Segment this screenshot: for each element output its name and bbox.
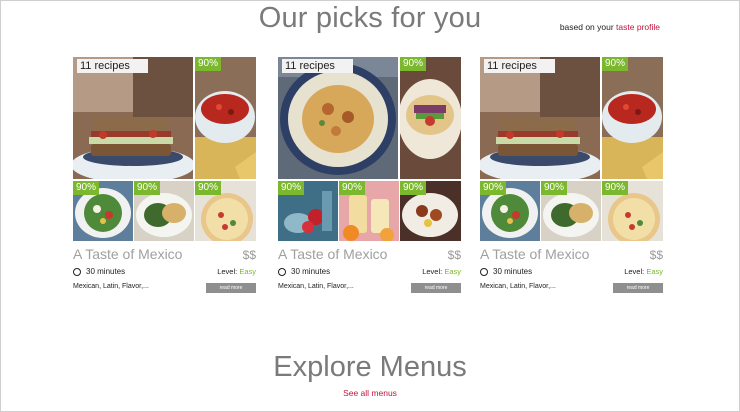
cook-time-value: 30 minutes xyxy=(291,267,331,276)
cuisine-tags: Mexican, Latin, Flavor,... xyxy=(278,283,354,290)
difficulty-level: Level: Easy xyxy=(217,267,256,276)
match-badge: 90% xyxy=(339,181,366,195)
read-more-button[interactable]: read more xyxy=(613,283,663,293)
salad-photo: 90% xyxy=(73,181,133,241)
price-indicator: $$ xyxy=(649,248,663,262)
card-title[interactable]: A Taste of Mexico xyxy=(278,246,387,262)
sandwich-photo xyxy=(480,57,600,179)
flatbread-photo: 90% xyxy=(602,181,663,241)
cook-time: 30 minutes xyxy=(480,267,532,276)
taste-prefix: based on your xyxy=(559,22,617,32)
menu-card[interactable]: 90% 90% 90% 90% 11 recipes A Taste of Me… xyxy=(480,57,663,293)
clock-icon xyxy=(278,267,286,276)
menu-card-image-grid[interactable]: 90% 90% 90% 90% 11 recipes xyxy=(73,57,256,241)
taste-profile-note: based on your taste profile xyxy=(560,22,660,32)
card-title[interactable]: A Taste of Mexico xyxy=(73,246,182,262)
pasta-photo xyxy=(278,57,398,179)
match-badge: 90% xyxy=(73,181,100,195)
clock-icon xyxy=(480,267,488,276)
explore-menus-heading: Explore Menus xyxy=(273,351,467,383)
salsa-photo: 90% xyxy=(195,57,256,179)
cook-time: 30 minutes xyxy=(278,267,330,276)
clock-icon xyxy=(73,267,81,276)
match-badge: 90% xyxy=(278,181,305,195)
citrus-drink-photo: 90% xyxy=(339,181,399,241)
salad-photo: 90% xyxy=(480,181,540,241)
greens-photo: 90% xyxy=(541,181,601,241)
tacos-photo: 90% xyxy=(400,57,461,179)
cuisine-tags: Mexican, Latin, Flavor,... xyxy=(73,283,149,290)
greens-photo: 90% xyxy=(134,181,194,241)
menu-card-image-grid[interactable]: 90% 90% 90% 90% 11 recipes xyxy=(480,57,663,241)
match-badge: 90% xyxy=(400,57,427,71)
match-badge: 90% xyxy=(480,181,507,195)
menu-card[interactable]: 90% 90% 90% 90% 11 recipes A Taste of Me… xyxy=(73,57,256,293)
level-label: Level: xyxy=(217,267,240,276)
cook-time: 30 minutes xyxy=(73,267,125,276)
cook-time-value: 30 minutes xyxy=(86,267,126,276)
read-more-button[interactable]: read more xyxy=(206,283,256,293)
flatbread-photo: 90% xyxy=(195,181,256,241)
match-badge: 90% xyxy=(602,57,629,71)
salsa-photo: 90% xyxy=(602,57,663,179)
read-more-button[interactable]: read more xyxy=(411,283,461,293)
strawberry-dessert-photo: 90% xyxy=(278,181,338,241)
level-value: Easy xyxy=(646,267,663,276)
level-value: Easy xyxy=(444,267,461,276)
cuisine-tags: Mexican, Latin, Flavor,... xyxy=(480,283,556,290)
recipes-count-badge: 11 recipes xyxy=(484,59,555,73)
taste-profile-link[interactable]: taste profile xyxy=(616,22,660,32)
menu-card[interactable]: 90% 90% 90% 90% 11 recipes A Taste of Me… xyxy=(278,57,461,293)
menu-card-image-grid[interactable]: 90% 90% 90% 90% 11 recipes xyxy=(278,57,461,241)
level-value: Easy xyxy=(239,267,256,276)
match-badge: 90% xyxy=(195,57,222,71)
difficulty-level: Level: Easy xyxy=(422,267,461,276)
match-badge: 90% xyxy=(400,181,427,195)
level-label: Level: xyxy=(422,267,445,276)
match-badge: 90% xyxy=(541,181,568,195)
sandwich-photo xyxy=(73,57,193,179)
skewers-photo: 90% xyxy=(400,181,461,241)
recipes-count-badge: 11 recipes xyxy=(282,59,353,73)
see-all-menus-link[interactable]: See all menus xyxy=(0,388,740,398)
match-badge: 90% xyxy=(195,181,222,195)
cook-time-value: 30 minutes xyxy=(493,267,533,276)
match-badge: 90% xyxy=(602,181,629,195)
recipes-count-badge: 11 recipes xyxy=(77,59,148,73)
level-label: Level: xyxy=(624,267,647,276)
match-badge: 90% xyxy=(134,181,161,195)
difficulty-level: Level: Easy xyxy=(624,267,663,276)
card-title[interactable]: A Taste of Mexico xyxy=(480,246,589,262)
price-indicator: $$ xyxy=(447,248,461,262)
price-indicator: $$ xyxy=(242,248,256,262)
